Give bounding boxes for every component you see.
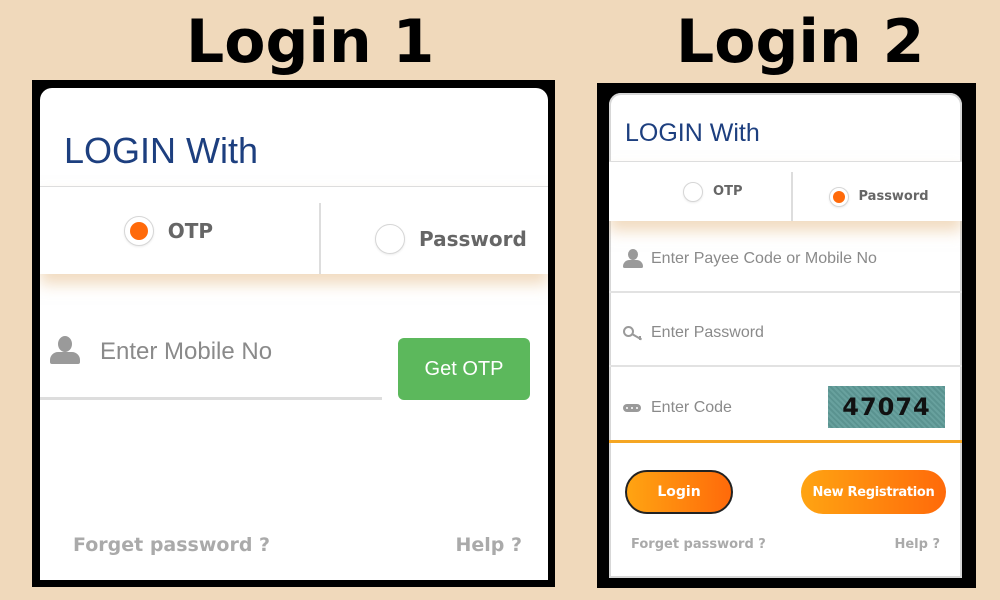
captcha-image: 47074 [828, 386, 945, 428]
tab-otp-label: OTP [713, 184, 743, 199]
payee-field [609, 221, 962, 293]
forget-password-link[interactable]: Forget password ? [73, 534, 270, 556]
tab-otp-label: OTP [167, 218, 213, 243]
radio-otp[interactable] [683, 181, 704, 202]
help-link[interactable]: Help ? [894, 537, 940, 552]
login-2-card: LOGIN With OTP Password 47074 Login New … [609, 93, 962, 578]
tab-password[interactable]: Password [790, 172, 963, 221]
forget-password-link[interactable]: Forget password ? [631, 537, 766, 552]
tab-password-label: Password [858, 189, 929, 204]
code-icon [623, 404, 641, 412]
radio-selected-dot [129, 221, 148, 240]
radio-password[interactable] [828, 186, 849, 207]
radio-otp[interactable] [123, 215, 154, 246]
login-2-frame: LOGIN With OTP Password 47074 Login New … [597, 83, 976, 588]
user-icon [50, 336, 80, 366]
mobile-field [40, 328, 382, 400]
new-registration-button[interactable]: New Registration [801, 470, 946, 514]
captcha-field: 47074 [609, 367, 962, 443]
tab-otp[interactable]: OTP [40, 187, 319, 274]
heading-login-2: Login 2 [676, 7, 925, 77]
login-1-card: LOGIN With OTP Password Get OTP Forget p… [40, 88, 548, 580]
mobile-input[interactable] [100, 332, 370, 372]
footer-links: Forget password ? Help ? [609, 537, 962, 552]
payee-input[interactable] [651, 247, 911, 271]
password-field [609, 293, 962, 367]
tab-password-label: Password [419, 226, 527, 251]
password-input[interactable] [651, 321, 911, 345]
tab-password[interactable]: Password [319, 203, 548, 274]
key-icon [623, 326, 645, 341]
radio-password[interactable] [375, 223, 405, 254]
login-button[interactable]: Login [625, 470, 733, 514]
login-title: LOGIN With [64, 130, 259, 171]
login-method-tabs: OTP Password [609, 161, 962, 221]
footer-links: Forget password ? Help ? [40, 534, 548, 556]
radio-selected-dot [832, 190, 845, 203]
user-icon [623, 249, 643, 269]
heading-login-1: Login 1 [186, 7, 435, 77]
tab-otp[interactable]: OTP [609, 162, 791, 221]
login-title: LOGIN With [625, 119, 760, 147]
get-otp-button[interactable]: Get OTP [398, 338, 530, 400]
login-1-frame: LOGIN With OTP Password Get OTP Forget p… [32, 80, 555, 587]
login-method-tabs: OTP Password [40, 186, 548, 274]
code-input[interactable] [651, 396, 801, 420]
help-link[interactable]: Help ? [455, 534, 522, 556]
